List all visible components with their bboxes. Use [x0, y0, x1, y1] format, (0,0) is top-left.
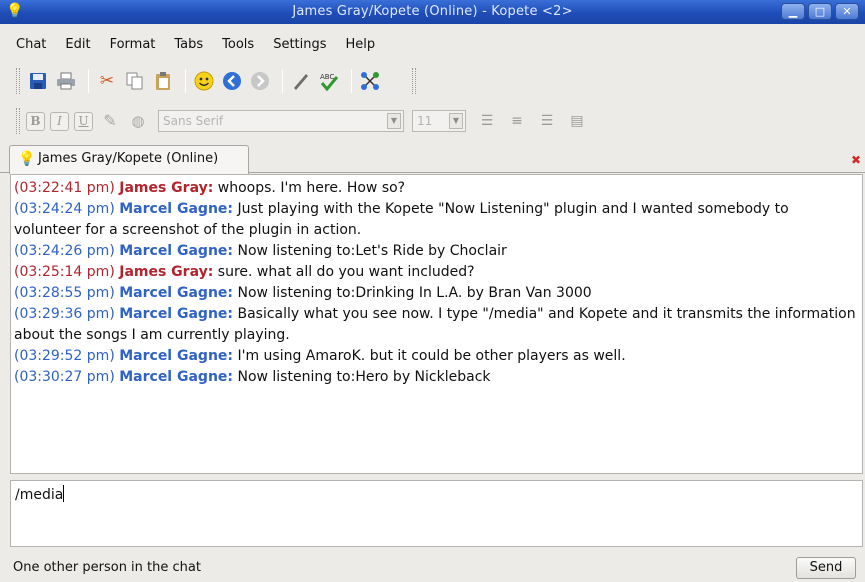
back-icon[interactable] — [220, 69, 244, 93]
message-timestamp: (03:29:36 pm) — [14, 306, 115, 322]
toolbar-handle[interactable] — [412, 68, 416, 94]
menu-tools[interactable]: Tools — [222, 37, 254, 57]
chevron-down-icon[interactable]: ▼ — [387, 113, 401, 129]
paste-icon[interactable] — [151, 69, 175, 93]
menu-tabs[interactable]: Tabs — [174, 37, 203, 57]
italic-button[interactable]: I — [50, 111, 69, 131]
format-toolbar: B I U ✎ ◍ Sans Serif ▼ 11 ▼ ☰ ≡ ☰ ▤ — [16, 106, 586, 136]
text-cursor — [63, 485, 65, 502]
chat-message: (03:25:14 pm) James Gray: sure. what all… — [14, 262, 859, 283]
chat-message: (03:24:26 pm) Marcel Gagne: Now listenin… — [14, 241, 859, 262]
message-timestamp: (03:29:52 pm) — [14, 348, 115, 364]
status-text: One other person in the chat — [13, 560, 201, 575]
status-bar: One other person in the chat Send — [0, 552, 865, 582]
close-icon[interactable]: ✕ — [835, 3, 859, 20]
message-sender[interactable]: James Gray: — [119, 180, 213, 196]
menu-settings[interactable]: Settings — [273, 37, 326, 57]
message-sender[interactable]: Marcel Gagne: — [119, 285, 233, 301]
underline-button[interactable]: U — [74, 111, 93, 131]
chat-message: (03:29:36 pm) Marcel Gagne: Basically wh… — [14, 304, 859, 346]
message-text: sure. what all do you want included? — [217, 264, 475, 280]
window-title: James Gray/Kopete (Online) - Kopete <2> — [292, 4, 573, 19]
font-family-value: Sans Serif — [163, 114, 224, 128]
message-text: Now listening to:Hero by Nickleback — [237, 369, 491, 385]
lightbulb-icon: 💡 — [18, 151, 36, 167]
menu-chat[interactable]: Chat — [16, 37, 46, 57]
message-sender[interactable]: Marcel Gagne: — [119, 306, 233, 322]
message-timestamp: (03:30:27 pm) — [14, 369, 115, 385]
message-sender[interactable]: Marcel Gagne: — [119, 348, 233, 364]
font-size-select[interactable]: 11 ▼ — [412, 110, 466, 132]
toolbar-separator — [282, 69, 283, 93]
message-sender[interactable]: Marcel Gagne: — [119, 369, 233, 385]
toolbar-separator — [185, 69, 186, 93]
close-tab-icon[interactable]: ✖ — [841, 151, 861, 169]
title-bar[interactable]: 💡 James Gray/Kopete (Online) - Kopete <2… — [0, 0, 865, 24]
window-controls: ▁ □ ✕ — [781, 3, 859, 20]
bold-button[interactable]: B — [26, 111, 45, 131]
minimize-icon[interactable]: ▁ — [781, 3, 805, 20]
forward-icon[interactable] — [248, 69, 272, 93]
tab-strip: 💡 James Gray/Kopete (Online) ✖ — [0, 141, 865, 174]
tab-label: James Gray/Kopete (Online) — [38, 151, 219, 166]
menu-help[interactable]: Help — [346, 37, 376, 57]
toolbar-handle[interactable] — [16, 68, 20, 94]
contacts-icon[interactable] — [358, 69, 382, 93]
smiley-icon[interactable] — [192, 69, 216, 93]
toolbar-separator — [88, 69, 89, 93]
chat-view[interactable]: (03:22:41 pm) James Gray: whoops. I'm he… — [10, 174, 863, 474]
send-button[interactable]: Send — [796, 557, 856, 579]
align-justify-icon[interactable]: ▤ — [568, 112, 586, 130]
align-left-icon[interactable]: ☰ — [478, 112, 496, 130]
message-timestamp: (03:25:14 pm) — [14, 264, 115, 280]
message-timestamp: (03:24:24 pm) — [14, 201, 115, 217]
message-timestamp: (03:28:55 pm) — [14, 285, 115, 301]
chat-message: (03:24:24 pm) Marcel Gagne: Just playing… — [14, 199, 859, 241]
message-input[interactable]: /media — [10, 480, 863, 547]
main-toolbar: ✂ ABC — [16, 66, 422, 96]
chat-message: (03:28:55 pm) Marcel Gagne: Now listenin… — [14, 283, 859, 304]
chat-message: (03:29:52 pm) Marcel Gagne: I'm using Am… — [14, 346, 859, 367]
print-icon[interactable] — [54, 69, 78, 93]
font-family-select[interactable]: Sans Serif ▼ — [158, 110, 404, 132]
message-input-value: /media — [15, 487, 64, 503]
maximize-icon[interactable]: □ — [808, 3, 832, 20]
message-timestamp: (03:24:26 pm) — [14, 243, 115, 259]
svg-text:ABC: ABC — [320, 73, 334, 81]
message-timestamp: (03:22:41 pm) — [14, 180, 115, 196]
message-text: whoops. I'm here. How so? — [217, 180, 406, 196]
message-sender[interactable]: Marcel Gagne: — [119, 243, 233, 259]
chat-message: (03:30:27 pm) Marcel Gagne: Now listenin… — [14, 367, 859, 388]
message-sender[interactable]: James Gray: — [119, 264, 213, 280]
pencil-icon[interactable] — [289, 69, 313, 93]
text-color-icon[interactable]: ✎ — [98, 109, 122, 133]
toolbar-handle[interactable] — [16, 108, 20, 134]
tab-chat[interactable]: 💡 James Gray/Kopete (Online) — [9, 145, 249, 174]
menu-format[interactable]: Format — [110, 37, 156, 57]
toolbar-separator — [351, 69, 352, 93]
copy-icon[interactable] — [123, 69, 147, 93]
save-icon[interactable] — [26, 69, 50, 93]
align-right-icon[interactable]: ☰ — [538, 112, 556, 130]
menu-edit[interactable]: Edit — [65, 37, 90, 57]
message-text: Now listening to:Drinking In L.A. by Bra… — [237, 285, 592, 301]
message-text: Now listening to:Let's Ride by Choclair — [237, 243, 507, 259]
align-center-icon[interactable]: ≡ — [508, 112, 526, 130]
message-sender[interactable]: Marcel Gagne: — [119, 201, 233, 217]
cut-icon[interactable]: ✂ — [95, 69, 119, 93]
chevron-down-icon[interactable]: ▼ — [449, 113, 463, 129]
spellcheck-icon[interactable]: ABC — [317, 69, 341, 93]
chat-message: (03:22:41 pm) James Gray: whoops. I'm he… — [14, 178, 859, 199]
menu-bar: Chat Edit Format Tabs Tools Settings Hel… — [0, 37, 394, 57]
background-color-icon[interactable]: ◍ — [126, 109, 150, 133]
message-text: I'm using AmaroK. but it could be other … — [237, 348, 626, 364]
font-size-value: 11 — [417, 114, 433, 128]
